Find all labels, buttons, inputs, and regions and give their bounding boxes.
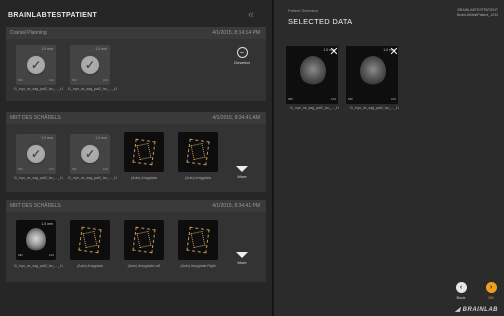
checkmark-icon: ✓: [27, 56, 45, 74]
slice-thickness: 1.0 mm: [41, 222, 53, 226]
section-date: 4/1/2015, 8:34:41 PM: [212, 203, 260, 209]
section-header: Cranial Planning 4/1/2015, 8:14:14 PM: [6, 27, 266, 39]
modality-label: MR: [288, 97, 293, 101]
object-caption: (Auto) Amygdala Right: [180, 264, 216, 268]
modality-label: MR: [72, 167, 77, 171]
patient-name: BRAINLABTESTPATIENT: [8, 12, 98, 19]
slice-count: 102: [102, 78, 108, 82]
object-caption: (Auto) Amygdala Left: [127, 264, 161, 268]
chevron-left-icon: ‹: [455, 282, 467, 293]
series-caption: t1_mpr_ns_sag_pat2_iso_..._t1: [68, 176, 118, 180]
modality-label: MR: [18, 78, 23, 82]
series-thumbnail[interactable]: 1.0 mm MR 102: [16, 220, 56, 260]
slice-count: 102: [48, 167, 54, 171]
section-date: 4/1/2015, 8:14:14 PM: [212, 30, 260, 36]
modality-label: MR: [72, 78, 77, 82]
brainlab-logo: ◢ BRAINLAB: [455, 307, 498, 313]
object-caption: (Auto) Amygdala: [185, 176, 211, 180]
series-caption: t1_mpr_ns_sag_pat2_iso_..._t1: [350, 106, 400, 110]
double-chevron-left-icon[interactable]: «: [248, 9, 254, 21]
minus-circle-icon: −: [236, 47, 248, 58]
mri-scan-image: [300, 56, 326, 86]
study-section-mrt-1: MRT DES SCHÄDELS 4/1/2015, 8:34:41 AM ✓ …: [6, 112, 266, 192]
series-thumbnail[interactable]: ✓ 1.0 mm MR 102: [16, 45, 56, 85]
series-thumbnail[interactable]: ✓ 1.0 mm MR 102: [70, 45, 110, 85]
close-icon[interactable]: ✕: [328, 46, 340, 58]
checkmark-icon: ✓: [81, 145, 99, 163]
section-date: 4/1/2015, 8:34:41 AM: [212, 115, 260, 121]
checkmark-icon: ✓: [27, 145, 45, 163]
slice-thickness: 1.0 mm: [41, 47, 53, 51]
slice-count: 102: [48, 78, 54, 82]
slice-thickness: 1.0 mm: [95, 47, 107, 51]
study-section-cranial-planning: Cranial Planning 4/1/2015, 8:14:14 PM ✓ …: [6, 27, 266, 101]
more-button[interactable]: More: [230, 252, 254, 265]
modality-label: MR: [18, 253, 23, 257]
slice-thickness: 1.0 mm: [95, 136, 107, 140]
section-name: Cranial Planning: [10, 30, 47, 36]
section-name: MRT DES SCHÄDELS: [10, 203, 61, 209]
object-thumbnail[interactable]: [178, 220, 218, 260]
object-caption: (Auto) Amygdala: [77, 264, 103, 268]
logo-text: BRAINLAB: [462, 307, 498, 313]
series-caption: t1_mpr_ns_sag_pat2_iso_..._t1: [68, 87, 118, 91]
series-caption: t1_mpr_ns_sag_pat2_iso_..._t1: [14, 264, 64, 268]
slice-count: 102: [390, 97, 396, 101]
mri-scan-image: [26, 228, 46, 252]
patient-id: BRAINLABTESTPATIENT BrainLABtestPatient_…: [457, 8, 498, 18]
deselect-button[interactable]: − Deselect: [230, 47, 254, 65]
section-name: MRT DES SCHÄDELS: [10, 115, 61, 121]
page-title: SELECTED DATA: [288, 17, 353, 26]
series-caption: t1_mpr_ns_sag_pat2_iso_..._t1: [14, 87, 64, 91]
object-caption: (Auto) Amygdala: [131, 176, 157, 180]
series-thumbnail[interactable]: ✓ 1.0 mm MR 102: [16, 134, 56, 174]
section-header: MRT DES SCHÄDELS 4/1/2015, 8:34:41 AM: [6, 112, 266, 124]
ok-button[interactable]: › OK: [481, 282, 501, 300]
mri-scan-image: [360, 56, 386, 86]
slice-count: 102: [102, 167, 108, 171]
object-thumbnail[interactable]: [70, 220, 110, 260]
slice-thickness: 1.0 mm: [41, 136, 53, 140]
breadcrumb: Patient Selection: [288, 8, 319, 13]
more-button[interactable]: More: [230, 166, 254, 179]
object-thumbnail[interactable]: [124, 220, 164, 260]
study-section-mrt-2: MRT DES SCHÄDELS 4/1/2015, 8:34:41 PM 1.…: [6, 200, 266, 282]
checkmark-icon: ✓: [81, 56, 99, 74]
slice-count: 102: [48, 253, 54, 257]
object-thumbnail[interactable]: [178, 132, 218, 172]
back-button[interactable]: ‹ Back: [451, 282, 471, 300]
object-thumbnail[interactable]: [124, 132, 164, 172]
modality-label: MR: [18, 167, 23, 171]
series-caption: t1_mpr_ns_sag_pat2_iso_..._t1: [290, 106, 340, 110]
section-header: MRT DES SCHÄDELS 4/1/2015, 8:34:41 PM: [6, 200, 266, 212]
triangle-down-icon: [236, 166, 248, 172]
patient-id-code: BrainLABtestPatient_1234: [456, 13, 498, 17]
series-caption: t1_mpr_ns_sag_pat2_iso_..._t1: [14, 176, 64, 180]
chevron-right-icon: ›: [485, 282, 497, 293]
close-icon[interactable]: ✕: [388, 46, 400, 58]
slice-count: 102: [330, 97, 336, 101]
series-thumbnail[interactable]: ✓ 1.0 mm MR 102: [70, 134, 110, 174]
modality-label: MR: [348, 97, 353, 101]
triangle-down-icon: [236, 252, 248, 258]
